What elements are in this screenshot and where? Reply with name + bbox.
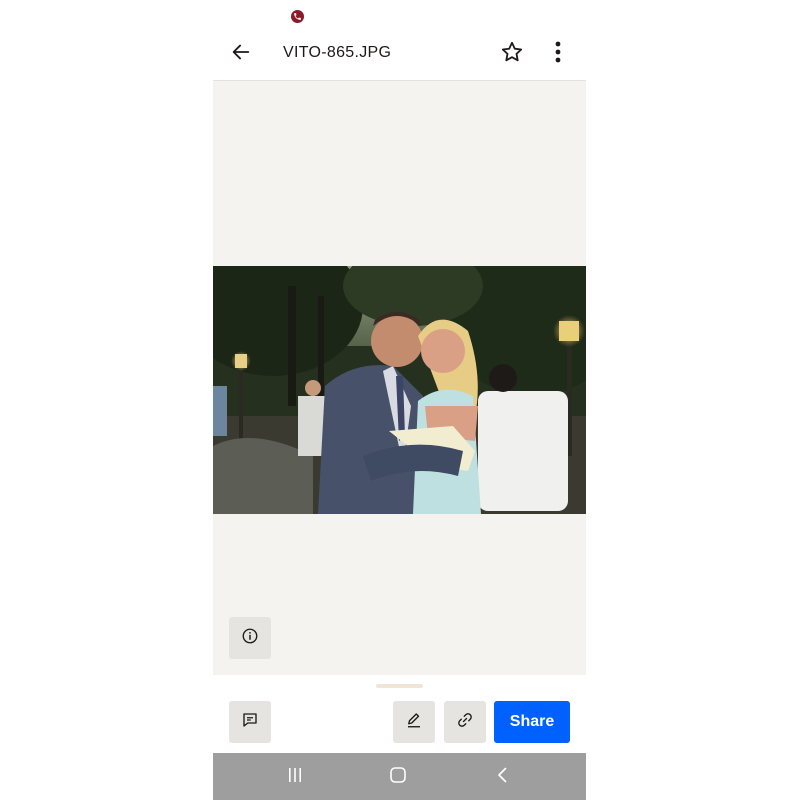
more-vertical-icon <box>555 41 561 68</box>
copy-link-button[interactable] <box>444 701 486 743</box>
recents-icon <box>286 766 304 789</box>
edit-button[interactable] <box>393 701 435 743</box>
more-options-button[interactable] <box>546 40 570 68</box>
share-button[interactable]: Share <box>494 701 570 743</box>
comment-button[interactable] <box>229 701 271 743</box>
back-button[interactable] <box>227 40 255 68</box>
system-navigation-bar <box>213 753 586 800</box>
back-chevron-icon <box>494 766 512 789</box>
phone-screen: VITO-865.JPG Share <box>213 0 586 800</box>
link-icon <box>456 711 474 734</box>
status-bar <box>213 0 586 32</box>
sheet-handle[interactable] <box>376 684 423 688</box>
home-icon <box>389 766 407 789</box>
file-title: VITO-865.JPG <box>283 44 392 61</box>
phone-call-icon <box>291 10 304 23</box>
info-icon <box>241 627 259 650</box>
home-button[interactable] <box>386 765 410 789</box>
comment-icon <box>241 711 259 734</box>
info-button[interactable] <box>229 617 271 659</box>
arrow-left-icon <box>230 41 252 68</box>
nav-back-button[interactable] <box>491 765 515 789</box>
photo-preview[interactable] <box>213 266 586 514</box>
bottom-action-bar: Share <box>213 675 586 753</box>
pencil-icon <box>405 711 423 734</box>
star-button[interactable] <box>498 40 526 68</box>
star-outline-icon <box>500 40 524 69</box>
image-viewer <box>213 81 586 675</box>
recents-button[interactable] <box>283 765 307 789</box>
app-bar: VITO-865.JPG <box>213 32 586 81</box>
